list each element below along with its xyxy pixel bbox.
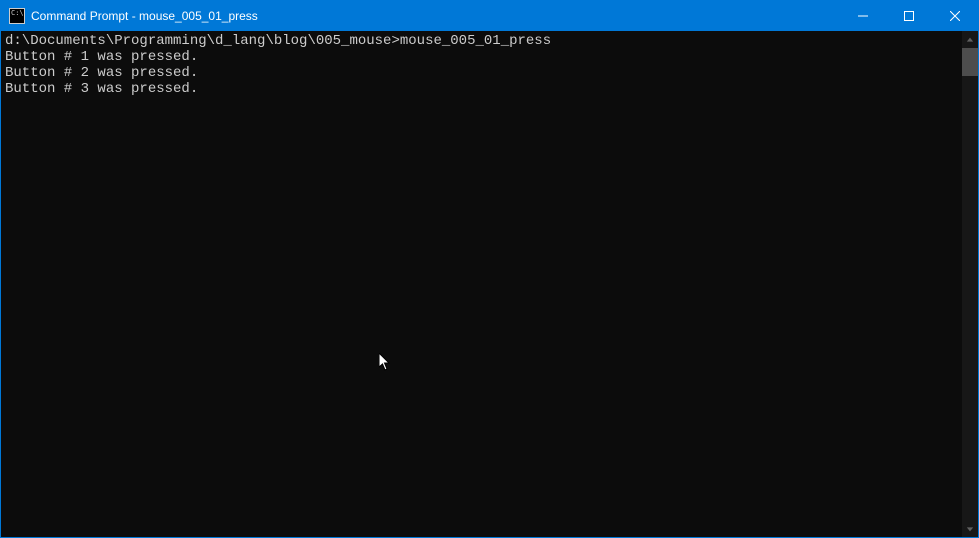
cmd-icon: C:\ bbox=[9, 8, 25, 24]
window-title: Command Prompt - mouse_005_01_press bbox=[31, 9, 840, 23]
scroll-thumb[interactable] bbox=[962, 48, 978, 76]
output-line: Button # 3 was pressed. bbox=[5, 81, 198, 97]
scroll-up-button[interactable] bbox=[962, 31, 978, 48]
command-text: mouse_005_01_press bbox=[400, 33, 551, 49]
prompt-path: d:\Documents\Programming\d_lang\blog\005… bbox=[5, 33, 400, 49]
chevron-up-icon bbox=[966, 36, 974, 44]
vertical-scrollbar[interactable] bbox=[962, 31, 978, 537]
output-line: Button # 2 was pressed. bbox=[5, 65, 198, 81]
window-controls bbox=[840, 1, 978, 31]
chevron-down-icon bbox=[966, 525, 974, 533]
command-prompt-window: C:\ Command Prompt - mouse_005_01_press … bbox=[0, 0, 979, 538]
close-button[interactable] bbox=[932, 1, 978, 31]
close-icon bbox=[950, 11, 960, 21]
minimize-icon bbox=[858, 11, 868, 21]
titlebar[interactable]: C:\ Command Prompt - mouse_005_01_press bbox=[1, 1, 978, 31]
maximize-icon bbox=[904, 11, 914, 21]
output-line: Button # 1 was pressed. bbox=[5, 49, 198, 65]
minimize-button[interactable] bbox=[840, 1, 886, 31]
terminal-output[interactable]: d:\Documents\Programming\d_lang\blog\005… bbox=[1, 31, 962, 537]
client-area: d:\Documents\Programming\d_lang\blog\005… bbox=[1, 31, 978, 537]
maximize-button[interactable] bbox=[886, 1, 932, 31]
scroll-down-button[interactable] bbox=[962, 520, 978, 537]
app-icon: C:\ bbox=[9, 8, 25, 24]
